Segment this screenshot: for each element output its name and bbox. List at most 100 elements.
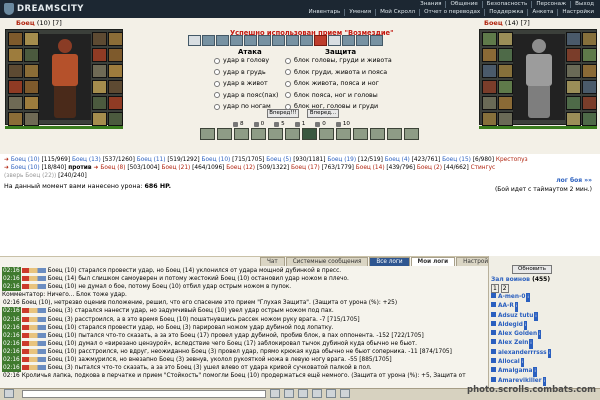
player-name[interactable]: Alex Zein xyxy=(498,340,528,346)
player-name[interactable]: alexanderrrsss xyxy=(498,350,547,356)
fighter-link[interactable]: Боец (11) xyxy=(137,157,166,163)
attack-option[interactable]: удар в пояс(пах) xyxy=(214,92,279,99)
technique-icon[interactable] xyxy=(314,35,327,46)
equipment-slot[interactable] xyxy=(92,96,107,110)
defense-option[interactable]: блок головы, груди и живота xyxy=(285,57,392,64)
fighter-link[interactable]: Боец (4) xyxy=(385,157,410,163)
attack-option[interactable]: удар по ногам xyxy=(214,103,271,110)
player-info-icon[interactable]: i xyxy=(520,358,525,368)
skill-slot[interactable] xyxy=(285,128,300,140)
technique-icon[interactable] xyxy=(272,35,285,46)
skill-slot[interactable] xyxy=(268,128,283,140)
equipment-slot[interactable] xyxy=(566,112,581,126)
equipment-slot[interactable] xyxy=(498,80,513,94)
equipment-slot[interactable] xyxy=(108,32,123,46)
equipment-slot[interactable] xyxy=(92,48,107,62)
page-link[interactable]: 2 xyxy=(500,284,509,293)
equipment-slot[interactable] xyxy=(24,48,39,62)
equipment-slot[interactable] xyxy=(566,32,581,46)
radio-button[interactable] xyxy=(214,69,220,75)
equipment-slot[interactable] xyxy=(482,64,497,78)
defense-option[interactable]: блок пояса, ног и головы xyxy=(285,92,378,99)
fighter-link[interactable]: Боец (2) xyxy=(417,165,442,171)
equipment-slot[interactable] xyxy=(92,112,107,126)
fighter-link[interactable]: Боец (8) xyxy=(100,165,125,171)
player-name[interactable]: Adsuz tutu xyxy=(498,313,533,319)
skill-slot[interactable] xyxy=(387,128,402,140)
nav-link[interactable]: Безопасность xyxy=(481,1,532,8)
refresh-button[interactable]: Обновить xyxy=(512,265,552,274)
skill-slot[interactable] xyxy=(234,128,249,140)
nav-link[interactable]: Анкета xyxy=(527,9,557,16)
technique-icon[interactable] xyxy=(216,35,229,46)
fighter-link[interactable]: Стингус xyxy=(471,165,496,171)
nav-link[interactable]: Мой Скролл xyxy=(375,9,419,16)
translit-icon[interactable] xyxy=(298,389,308,398)
technique-icon[interactable] xyxy=(244,35,257,46)
smile-icon[interactable] xyxy=(284,389,294,398)
fighter-link[interactable]: Боец (21) xyxy=(162,165,191,171)
radio-button[interactable] xyxy=(285,103,291,110)
equipment-slot[interactable] xyxy=(8,112,23,126)
defense-option[interactable]: блок груди, живота и пояса xyxy=(285,69,387,76)
technique-icon[interactable] xyxy=(370,35,383,46)
radio-button[interactable] xyxy=(214,92,220,98)
nav-link[interactable]: Инвентарь xyxy=(305,9,345,16)
equipment-slot[interactable] xyxy=(498,64,513,78)
equipment-slot[interactable] xyxy=(482,80,497,94)
equipment-slot[interactable] xyxy=(92,80,107,94)
equipment-slot[interactable] xyxy=(582,48,597,62)
player-row[interactable]: Amalgama i xyxy=(491,367,551,377)
player-name[interactable]: A-men-0 xyxy=(498,294,525,300)
battle-log-link[interactable]: лог боя »» xyxy=(556,177,592,184)
skill-slot[interactable] xyxy=(251,128,266,140)
logo[interactable]: DREAMSCITY xyxy=(4,2,100,16)
player-name[interactable]: AA-R xyxy=(498,303,514,309)
equipment-slot[interactable] xyxy=(92,64,107,78)
equipment-slot[interactable] xyxy=(8,80,23,94)
fighter-link[interactable]: Боец (10) xyxy=(202,157,231,163)
fighter-link[interactable]: Боец (12) xyxy=(226,165,255,171)
equipment-slot[interactable] xyxy=(582,80,597,94)
skill-slot[interactable] xyxy=(217,128,232,140)
right-fighter-name[interactable]: Боец (14) [7] xyxy=(484,19,530,27)
log-tab[interactable]: Мои логи xyxy=(410,257,456,266)
player-row[interactable]: alexanderrrsss i xyxy=(491,348,551,359)
player-info-icon[interactable]: i xyxy=(547,348,551,359)
attack-option[interactable]: удар в грудь xyxy=(214,69,266,76)
skill-slot[interactable] xyxy=(302,128,317,140)
filter-icon[interactable] xyxy=(326,389,336,398)
fighter-link[interactable]: Боец (10) xyxy=(11,157,40,163)
fighter-link[interactable]: Крестопуз xyxy=(496,157,528,163)
technique-icon[interactable] xyxy=(230,35,243,46)
fighter-link[interactable]: Боец (13) xyxy=(72,157,101,163)
defense-option[interactable]: блок ног, головы и груди xyxy=(285,103,378,110)
equipment-slot[interactable] xyxy=(498,112,513,126)
technique-icon[interactable] xyxy=(300,35,313,46)
skill-slot[interactable] xyxy=(319,128,334,140)
equipment-slot[interactable] xyxy=(582,96,597,110)
nav-link[interactable]: Настройки xyxy=(557,9,598,16)
radio-button[interactable] xyxy=(285,92,291,98)
player-row[interactable]: Aldegid i xyxy=(491,320,551,331)
player-name[interactable]: Amarevikiller xyxy=(498,378,542,384)
player-info-icon[interactable]: i xyxy=(529,339,533,349)
clear-icon[interactable] xyxy=(312,389,322,398)
equipment-slot[interactable] xyxy=(8,32,23,46)
radio-button[interactable] xyxy=(214,57,220,64)
player-info-icon[interactable]: i xyxy=(534,311,538,321)
equipment-slot[interactable] xyxy=(566,80,581,94)
radio-button[interactable] xyxy=(285,80,291,87)
player-name[interactable]: Alex Golden xyxy=(498,331,537,337)
skill-slot[interactable] xyxy=(353,128,368,140)
player-info-icon[interactable]: i xyxy=(514,302,519,312)
radio-button[interactable] xyxy=(285,69,291,75)
player-info-icon[interactable]: i xyxy=(533,367,537,377)
go-forward-button[interactable]: Вперед... xyxy=(307,109,339,118)
player-row[interactable]: AA-R i xyxy=(491,302,551,312)
nav-link[interactable]: Общение xyxy=(445,1,481,8)
equipment-slot[interactable] xyxy=(566,96,581,110)
fighter-link[interactable]: Боец (10) xyxy=(11,165,40,171)
equipment-slot[interactable] xyxy=(24,96,39,110)
equipment-slot[interactable] xyxy=(108,48,123,62)
